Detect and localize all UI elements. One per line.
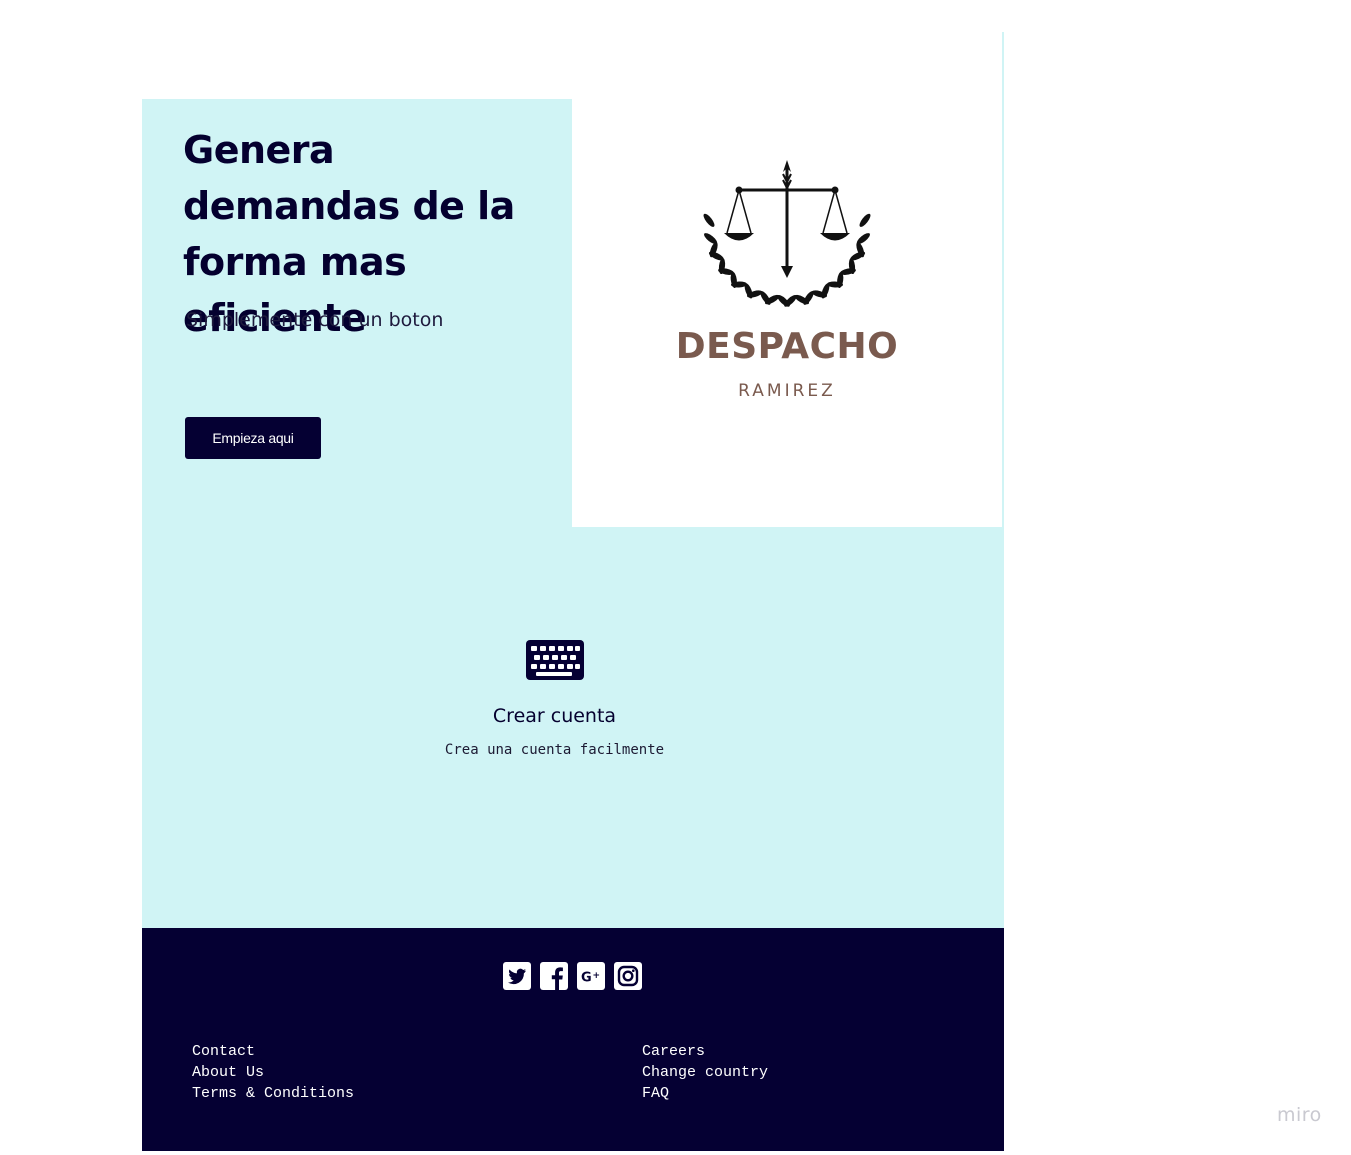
- footer: [142, 928, 1004, 1151]
- hero-subtitle: Simplemente con un boton: [186, 309, 444, 331]
- instagram-icon[interactable]: [614, 962, 642, 990]
- footer-links-right: Careers Change country FAQ: [642, 1041, 768, 1104]
- terms-link[interactable]: Terms & Conditions: [192, 1083, 354, 1104]
- logo-subname: RAMIREZ: [738, 381, 836, 401]
- start-here-button[interactable]: Empieza aqui: [185, 417, 321, 459]
- faq-link[interactable]: FAQ: [642, 1083, 768, 1104]
- careers-link[interactable]: Careers: [642, 1041, 768, 1062]
- svg-text:G: G: [581, 971, 592, 986]
- feature-description: Crea una cuenta facilmente: [444, 742, 665, 758]
- miro-watermark: miro: [1277, 1104, 1322, 1126]
- facebook-icon[interactable]: [540, 962, 568, 990]
- feature-title: Crear cuenta: [492, 705, 617, 727]
- change-country-link[interactable]: Change country: [642, 1062, 768, 1083]
- about-us-link[interactable]: About Us: [192, 1062, 354, 1083]
- twitter-icon[interactable]: [503, 962, 531, 990]
- google-plus-icon[interactable]: G +: [577, 962, 605, 990]
- svg-text:+: +: [593, 971, 601, 981]
- contact-link[interactable]: Contact: [192, 1041, 354, 1062]
- footer-links-left: Contact About Us Terms & Conditions: [192, 1041, 354, 1104]
- scales-of-justice-icon: [703, 160, 871, 307]
- frame-edge: [1002, 32, 1004, 100]
- keyboard-icon: [526, 640, 584, 680]
- logo-name: DESPACHO: [675, 326, 899, 367]
